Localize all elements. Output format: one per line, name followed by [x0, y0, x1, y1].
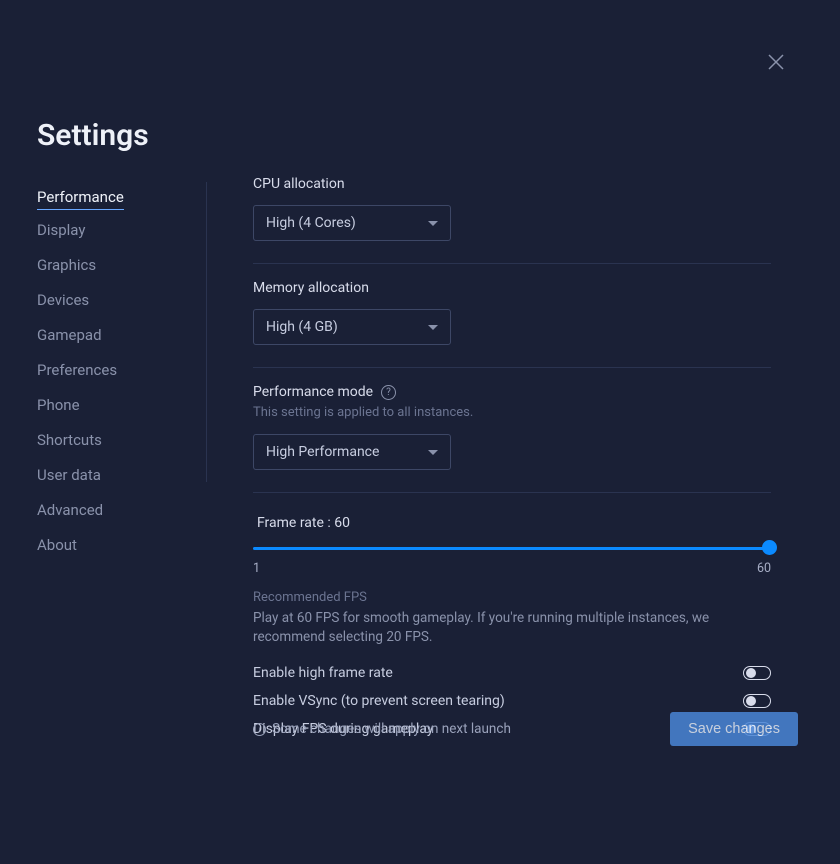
- section-cpu: CPU allocation High (4 Cores): [253, 176, 771, 264]
- sidebar-item-advanced[interactable]: Advanced: [37, 495, 206, 525]
- info-icon: i: [253, 723, 266, 736]
- vsync-toggle[interactable]: [743, 694, 771, 708]
- fps-slider[interactable]: [253, 541, 771, 557]
- chevron-down-icon: [428, 325, 438, 330]
- sidebar-item-userdata[interactable]: User data: [37, 460, 206, 490]
- cpu-select-value: High (4 Cores): [266, 215, 356, 231]
- page-title: Settings: [37, 118, 149, 153]
- fps-rec-title: Recommended FPS: [253, 590, 771, 605]
- hifps-label: Enable high frame rate: [253, 665, 393, 681]
- chevron-down-icon: [428, 221, 438, 226]
- hifps-toggle[interactable]: [743, 666, 771, 680]
- section-memory: Memory allocation High (4 GB): [253, 280, 771, 368]
- section-perfmode: Performance mode ? This setting is appli…: [253, 384, 771, 493]
- fps-rec-desc: Play at 60 FPS for smooth gameplay. If y…: [253, 609, 771, 647]
- close-icon[interactable]: [768, 54, 784, 70]
- toggle-knob: [746, 696, 756, 706]
- sidebar-item-shortcuts[interactable]: Shortcuts: [37, 425, 206, 455]
- cpu-select[interactable]: High (4 Cores): [253, 205, 451, 241]
- slider-track: [253, 547, 771, 550]
- sidebar-item-preferences[interactable]: Preferences: [37, 355, 206, 385]
- fps-max: 60: [757, 561, 771, 576]
- help-icon[interactable]: ?: [381, 385, 396, 400]
- sidebar-item-display[interactable]: Display: [37, 215, 206, 245]
- perfmode-label: Performance mode ?: [253, 384, 771, 400]
- sidebar-item-about[interactable]: About: [37, 530, 206, 560]
- perfmode-sublabel: This setting is applied to all instances…: [253, 405, 771, 420]
- fps-label: Frame rate : 60: [253, 515, 771, 531]
- perfmode-select[interactable]: High Performance: [253, 434, 451, 470]
- sidebar-item-devices[interactable]: Devices: [37, 285, 206, 315]
- sidebar-item-performance[interactable]: Performance: [37, 182, 124, 210]
- sidebar-item-phone[interactable]: Phone: [37, 390, 206, 420]
- section-framerate: Frame rate : 60 1 60 Recommended FPS Pla…: [253, 509, 771, 737]
- sidebar-item-gamepad[interactable]: Gamepad: [37, 320, 206, 350]
- fps-min: 1: [253, 561, 260, 576]
- slider-thumb[interactable]: [762, 540, 777, 555]
- vsync-label: Enable VSync (to prevent screen tearing): [253, 693, 505, 709]
- memory-select-value: High (4 GB): [266, 319, 338, 335]
- content-panel: CPU allocation High (4 Cores) Memory all…: [253, 176, 771, 749]
- toggle-knob: [746, 668, 756, 678]
- sidebar: Performance Display Graphics Devices Gam…: [37, 182, 207, 482]
- save-button[interactable]: Save changes: [670, 712, 798, 746]
- cpu-label: CPU allocation: [253, 176, 771, 192]
- footer-note: i Some changes will apply on next launch: [253, 721, 511, 737]
- perfmode-select-value: High Performance: [266, 444, 379, 460]
- footer: i Some changes will apply on next launch…: [253, 712, 798, 746]
- toggle-row-vsync: Enable VSync (to prevent screen tearing): [253, 693, 771, 709]
- slider-range: 1 60: [253, 561, 771, 576]
- sidebar-item-graphics[interactable]: Graphics: [37, 250, 206, 280]
- chevron-down-icon: [428, 450, 438, 455]
- toggle-row-hifps: Enable high frame rate: [253, 665, 771, 681]
- memory-select[interactable]: High (4 GB): [253, 309, 451, 345]
- memory-label: Memory allocation: [253, 280, 771, 296]
